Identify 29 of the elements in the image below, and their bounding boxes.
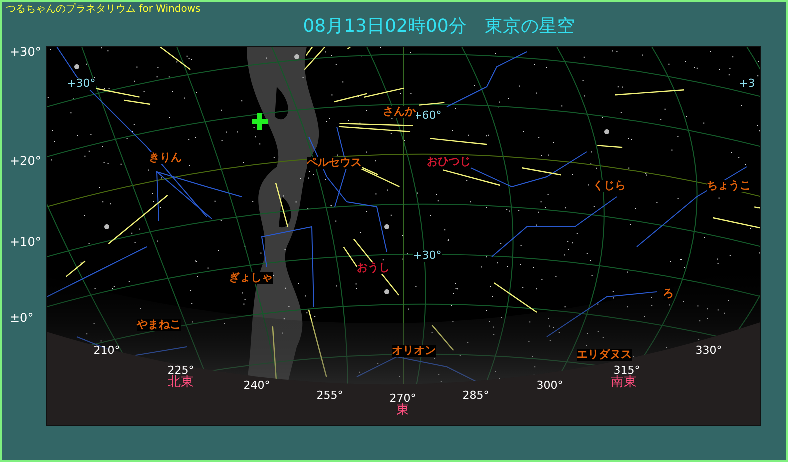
constellation-label: おうし <box>357 262 390 274</box>
constellation-label: ちょうこ <box>707 180 751 192</box>
constellation-label: ろ <box>663 288 674 300</box>
constellation-label: ペルセウス <box>307 157 362 169</box>
sky-title: 08月13日02時00分 東京の星空 <box>303 16 575 37</box>
azimuth-label: 210° <box>94 345 120 357</box>
azimuth-label: 255° <box>316 390 344 402</box>
grid-label: +30° <box>67 78 96 90</box>
azimuth-label: 330° <box>696 345 722 357</box>
constellation-label: オリオン <box>392 345 436 357</box>
app-title: つるちゃんのプラネタリウム for Windows <box>5 2 202 16</box>
azimuth-label: 285° <box>462 390 490 402</box>
grid-label: +30° <box>413 250 442 262</box>
constellation-label: きりん <box>149 152 182 164</box>
constellation-label: ぎょしゃ <box>229 272 273 284</box>
altitude-label: +20° <box>10 153 42 170</box>
direction-label: 北東 <box>168 377 194 389</box>
constellation-label: やまねこ <box>137 319 181 331</box>
altitude-label: +30° <box>10 44 42 61</box>
azimuth-label: 300° <box>536 380 564 392</box>
azimuth-label: 240° <box>244 380 270 392</box>
constellation-label: くじら <box>593 180 626 192</box>
altitude-label: ±0° <box>10 310 34 327</box>
direction-label: 南東 <box>611 377 637 389</box>
altitude-label: +10° <box>10 234 42 251</box>
direction-label: 東 <box>396 405 410 417</box>
grid-label: +3 <box>739 78 756 90</box>
constellation-label: おひつじ <box>427 156 471 168</box>
constellation-label: エリダヌス <box>577 349 632 361</box>
